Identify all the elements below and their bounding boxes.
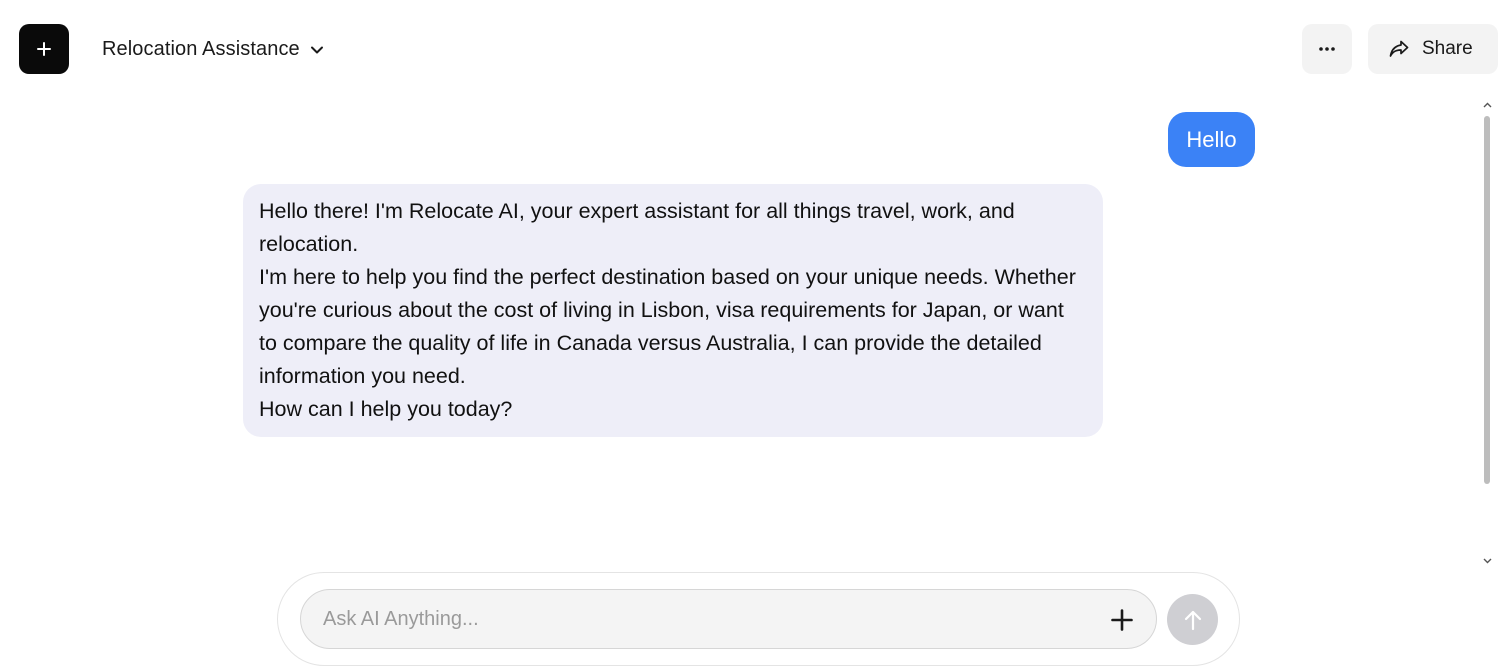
chevron-down-icon	[1483, 558, 1491, 564]
conversation-title-dropdown[interactable]: Relocation Assistance	[102, 36, 325, 62]
scrollbar-thumb[interactable]	[1484, 116, 1490, 484]
attach-button[interactable]	[1109, 607, 1135, 633]
message-composer	[277, 572, 1240, 666]
chevron-up-icon	[1483, 102, 1491, 108]
scroll-up-arrow[interactable]	[1482, 100, 1492, 110]
ellipsis-icon	[1319, 47, 1335, 51]
assistant-message-line: Hello there! I'm Relocate AI, your exper…	[259, 199, 1015, 256]
scroll-down-arrow[interactable]	[1482, 556, 1492, 566]
plus-icon	[1111, 609, 1133, 631]
chevron-down-icon	[310, 46, 323, 53]
arrow-up-icon	[1184, 610, 1201, 630]
chat-scrollbar[interactable]	[1478, 96, 1496, 574]
share-arrow-icon	[1389, 40, 1409, 57]
message-input-wrapper	[300, 589, 1157, 649]
send-button[interactable]	[1167, 594, 1218, 645]
assistant-message-line: I'm here to help you find the perfect de…	[259, 265, 1076, 388]
assistant-message-line: How can I help you today?	[259, 397, 513, 421]
assistant-message-bubble: Hello there! I'm Relocate AI, your exper…	[243, 184, 1103, 437]
user-message-bubble: Hello	[1168, 112, 1255, 167]
user-message-text: Hello	[1186, 126, 1237, 152]
message-input[interactable]	[301, 590, 1101, 648]
plus-icon	[37, 42, 51, 56]
share-button[interactable]: Share	[1368, 24, 1498, 74]
conversation-title: Relocation Assistance	[102, 37, 300, 60]
share-label: Share	[1422, 38, 1473, 59]
more-options-button[interactable]	[1302, 24, 1352, 74]
new-chat-button[interactable]	[19, 24, 69, 74]
chat-messages: Hello Hello there! I'm Relocate AI, your…	[0, 96, 1478, 570]
